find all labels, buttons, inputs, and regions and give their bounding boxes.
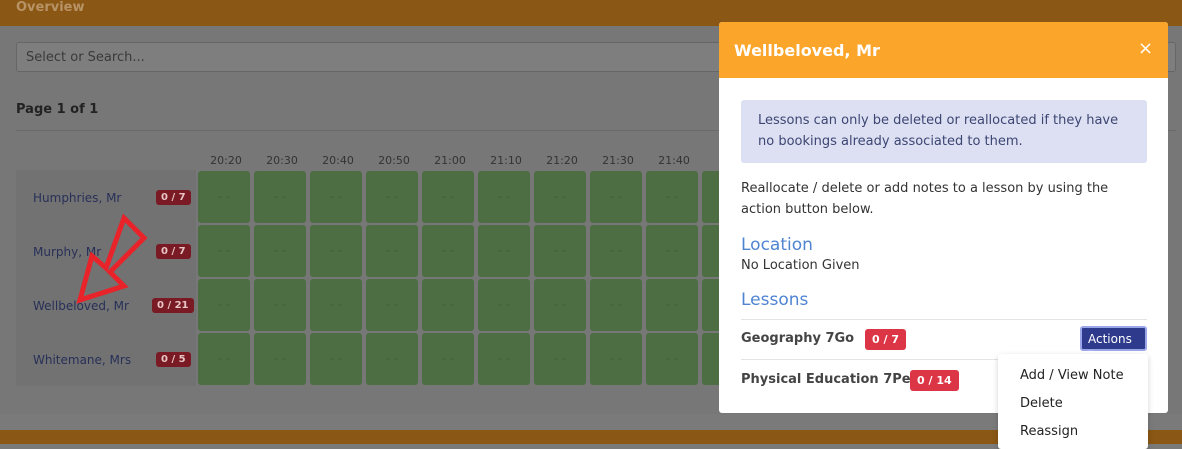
lesson-booking-badge: 0 / 14 xyxy=(910,370,959,391)
staff-name[interactable]: Whitemane, Mrs xyxy=(33,353,131,367)
lesson-name: Physical Education 7Pe xyxy=(741,372,911,387)
timetable-cell[interactable]: - - xyxy=(534,171,586,223)
timetable-cell[interactable]: - - xyxy=(478,279,530,331)
info-alert: Lessons can only be deleted or reallocat… xyxy=(741,100,1147,163)
timetable-cell[interactable]: - - xyxy=(198,279,250,331)
location-heading: Location xyxy=(741,235,813,255)
timetable-cell[interactable]: - - xyxy=(646,225,698,277)
timetable-cell[interactable]: - - xyxy=(198,225,250,277)
booking-count-badge: 0 / 7 xyxy=(156,244,191,259)
timetable-cell[interactable]: - - xyxy=(254,333,306,385)
timetable-cell[interactable]: - - xyxy=(366,171,418,223)
time-slot-label: 21:10 xyxy=(490,154,522,167)
timetable-cell[interactable]: - - xyxy=(310,171,362,223)
time-slot-label: 20:50 xyxy=(378,154,410,167)
overview-title: Overview xyxy=(16,0,85,15)
lessons-heading: Lessons xyxy=(741,290,809,310)
timetable-cell[interactable]: - - xyxy=(310,279,362,331)
timetable-cell[interactable]: - - xyxy=(422,171,474,223)
menu-item-reassign[interactable]: Reassign xyxy=(1020,424,1078,439)
booking-count-badge: 0 / 7 xyxy=(156,190,191,205)
timetable-cell[interactable]: - - xyxy=(366,279,418,331)
timetable-cell[interactable]: - - xyxy=(422,225,474,277)
timetable-cell[interactable]: - - xyxy=(366,333,418,385)
timetable-cell[interactable]: - - xyxy=(478,333,530,385)
time-slot-label: 21:30 xyxy=(602,154,634,167)
close-icon[interactable]: × xyxy=(1138,38,1153,59)
modal-header: Wellbeloved, Mr × xyxy=(719,22,1168,78)
timetable-cell[interactable]: - - xyxy=(646,279,698,331)
timetable-cell[interactable]: - - xyxy=(590,225,642,277)
time-slot-label: 20:30 xyxy=(266,154,298,167)
lesson-booking-badge: 0 / 7 xyxy=(865,329,906,350)
timetable-cell[interactable]: - - xyxy=(366,225,418,277)
timetable-cell[interactable]: - - xyxy=(254,279,306,331)
timetable-cell[interactable]: - - xyxy=(478,225,530,277)
timetable-cell[interactable]: - - xyxy=(590,279,642,331)
booking-count-badge: 0 / 5 xyxy=(156,352,191,367)
menu-item-delete[interactable]: Delete xyxy=(1020,396,1063,411)
time-slot-label: 20:20 xyxy=(210,154,242,167)
timetable-cell[interactable]: - - xyxy=(534,225,586,277)
timetable-cell[interactable]: - - xyxy=(422,333,474,385)
timetable-cell[interactable]: - - xyxy=(198,333,250,385)
time-slot-label: 21:20 xyxy=(546,154,578,167)
timetable-cell[interactable]: - - xyxy=(590,171,642,223)
actions-menu: Add / View Note Delete Reassign xyxy=(998,354,1148,449)
time-slot-label: 21:40 xyxy=(658,154,690,167)
time-slot-label: 20:40 xyxy=(322,154,354,167)
menu-item-add-view-note[interactable]: Add / View Note xyxy=(1020,368,1124,383)
modal-title: Wellbeloved, Mr xyxy=(734,41,880,60)
timetable-cell[interactable]: - - xyxy=(646,333,698,385)
timetable-cell[interactable]: - - xyxy=(198,171,250,223)
divider xyxy=(741,319,1147,320)
time-slot-label: 21:00 xyxy=(434,154,466,167)
timetable-cell[interactable]: - - xyxy=(254,171,306,223)
page-indicator: Page 1 of 1 xyxy=(16,102,99,117)
timetable-cell[interactable]: - - xyxy=(310,225,362,277)
annotation-arrow-icon xyxy=(76,214,148,304)
timetable-cell[interactable]: - - xyxy=(534,279,586,331)
timetable-cell[interactable]: - - xyxy=(590,333,642,385)
timetable-cell[interactable]: - - xyxy=(310,333,362,385)
modal-description: Reallocate / delete or add notes to a le… xyxy=(741,181,1109,217)
staff-name[interactable]: Humphries, Mr xyxy=(33,191,121,205)
timetable-cell[interactable]: - - xyxy=(478,171,530,223)
actions-dropdown-button[interactable]: Actions ▾ xyxy=(1080,326,1147,360)
lesson-name: Geography 7Go xyxy=(741,331,855,346)
staff-row-whitemane[interactable]: Whitemane, Mrs 0 / 5 xyxy=(16,332,196,386)
location-value: No Location Given xyxy=(741,258,860,273)
timetable-cell[interactable]: - - xyxy=(422,279,474,331)
timetable-cell[interactable]: - - xyxy=(646,171,698,223)
timetable-cell[interactable]: - - xyxy=(534,333,586,385)
timetable-cell[interactable]: - - xyxy=(254,225,306,277)
